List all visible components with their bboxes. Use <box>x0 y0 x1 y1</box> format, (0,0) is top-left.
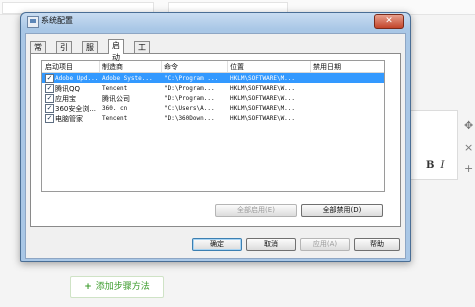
cell-command: "D:\360Down... <box>164 115 215 122</box>
column-header-command[interactable]: 命令 <box>164 62 178 72</box>
cell-item: 电脑管家 <box>55 115 83 123</box>
cell-maker: Adobe Syste... <box>102 75 153 82</box>
add-method-button[interactable]: + 添加步骤方法 <box>70 276 164 298</box>
row-checkbox[interactable]: ✓ <box>45 94 54 103</box>
cell-location: HKLM\SOFTWARE\M... <box>230 75 296 82</box>
cell-maker: Tencent <box>102 85 128 92</box>
column-header-location[interactable]: 位置 <box>230 62 244 72</box>
window-client: 常规 引导 服务 启动 工具 启动项目 制造商 命令 位置 禁用日期 <box>25 33 406 259</box>
close-button[interactable]: ✕ <box>374 14 404 29</box>
table-row[interactable]: ✓ Adobe Upd... Adobe Syste... "C:\Progra… <box>42 73 384 83</box>
system-config-window: 系统配置 ✕ 常规 引导 服务 启动 工具 启动项目 制造商 命令 位置 <box>20 12 411 262</box>
table-row[interactable]: ✓ 应用宝 腾讯公司 "D:\Program... HKLM\SOFTWARE\… <box>42 93 384 103</box>
cell-location: HKLM\SOFTWARE\W... <box>230 115 296 122</box>
close-icon[interactable]: × <box>464 142 473 153</box>
apply-button[interactable]: 应用(A) <box>300 238 350 251</box>
move-icon[interactable]: ✥ <box>464 120 473 131</box>
window-title: 系统配置 <box>41 16 73 25</box>
disable-all-button[interactable]: 全部禁用(D) <box>301 204 383 217</box>
table-row[interactable]: ✓ 电脑管家 Tencent "D:\360Down... HKLM\SOFTW… <box>42 113 384 123</box>
cell-location: HKLM\SOFTWARE\W... <box>230 95 296 102</box>
cell-maker: Tencent <box>102 115 128 122</box>
startup-panel: 启动项目 制造商 命令 位置 禁用日期 ✓ Adobe Upd... Adobe… <box>30 53 401 227</box>
cell-item: Adobe Upd... <box>55 75 99 82</box>
table-row[interactable]: ✓ 360安全浏... 360. cn "C:\Users\A... HKLM\… <box>42 103 384 113</box>
ok-button[interactable]: 确定 <box>192 238 242 251</box>
cell-command: "C:\Program ... <box>164 75 219 82</box>
italic-button[interactable]: I <box>440 160 444 171</box>
title-bar[interactable]: 系统配置 ✕ <box>21 13 410 29</box>
row-checkbox[interactable]: ✓ <box>45 104 54 113</box>
row-checkbox[interactable]: ✓ <box>45 84 54 93</box>
help-button[interactable]: 帮助 <box>354 238 400 251</box>
column-header-date[interactable]: 禁用日期 <box>313 62 341 72</box>
app-icon <box>27 16 39 28</box>
cancel-button[interactable]: 取消 <box>246 238 296 251</box>
add-method-label: 添加步骤方法 <box>95 282 150 292</box>
add-icon[interactable]: + <box>464 163 473 174</box>
cell-command: "D:\Program... <box>164 85 215 92</box>
cell-location: HKLM\SOFTWARE\W... <box>230 85 296 92</box>
enable-all-button[interactable]: 全部启用(E) <box>215 204 297 217</box>
row-checkbox[interactable]: ✓ <box>45 74 54 83</box>
column-header-item[interactable]: 启动项目 <box>45 62 73 72</box>
cell-command: "D:\Program... <box>164 95 215 102</box>
tab-startup[interactable]: 启动 <box>108 39 124 62</box>
cell-maker: 360. cn <box>102 105 128 112</box>
format-toolbar: BI <box>426 160 444 171</box>
cell-location: HKLM\SOFTWARE\M... <box>230 105 296 112</box>
plus-icon: + <box>84 282 92 292</box>
cell-command: "C:\Users\A... <box>164 105 215 112</box>
startup-list[interactable]: 启动项目 制造商 命令 位置 禁用日期 ✓ Adobe Upd... Adobe… <box>41 60 385 192</box>
list-header: 启动项目 制造商 命令 位置 禁用日期 <box>42 61 384 73</box>
row-checkbox[interactable]: ✓ <box>45 114 54 123</box>
table-row[interactable]: ✓ 腾讯QQ Tencent "D:\Program... HKLM\SOFTW… <box>42 83 384 93</box>
bold-button[interactable]: B <box>426 160 434 171</box>
